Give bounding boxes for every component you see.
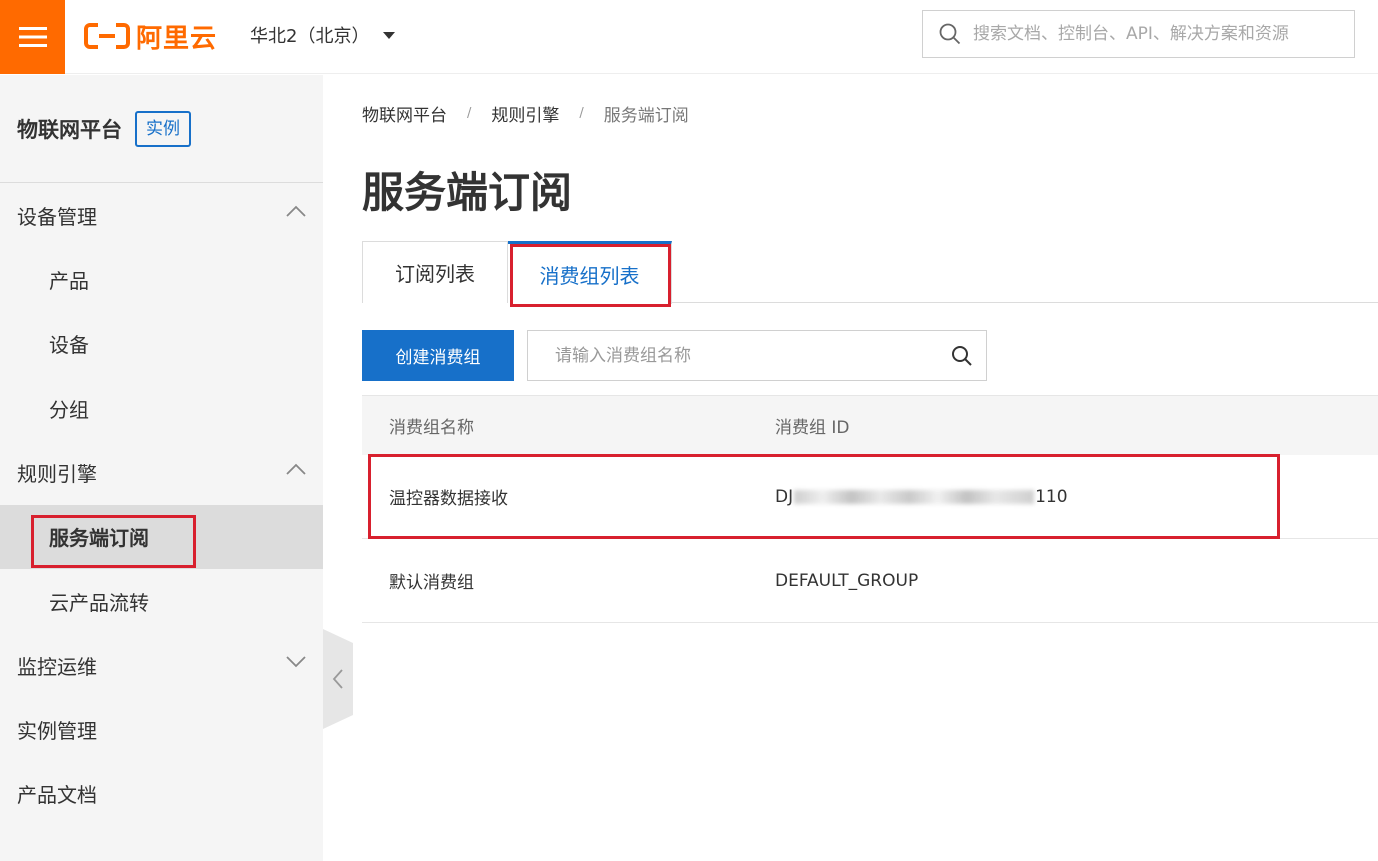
chevron-up-icon bbox=[286, 205, 306, 217]
toolbar: 创建消费组 bbox=[362, 330, 987, 382]
hamburger-icon bbox=[18, 27, 47, 47]
consumer-group-search[interactable] bbox=[527, 330, 987, 381]
sidebar-collapse-handle[interactable] bbox=[323, 629, 353, 729]
sidebar-group-label: 监控运维 bbox=[17, 655, 97, 679]
consumer-group-id-suffix: 110 bbox=[1035, 486, 1068, 507]
product-title: 物联网平台 bbox=[17, 117, 122, 142]
sidebar-group-label: 实例管理 bbox=[17, 719, 97, 743]
sidebar-item-groups[interactable]: 分组 bbox=[0, 376, 323, 441]
sidebar-group-label: 设备管理 bbox=[17, 204, 97, 229]
region-label: 华北2（北京） bbox=[250, 26, 370, 47]
logo-text: 阿里云 bbox=[136, 23, 218, 54]
sidebar-item-label: 产品 bbox=[49, 268, 89, 293]
search-icon[interactable] bbox=[951, 345, 973, 367]
consumer-group-id-prefix: DJ bbox=[775, 486, 794, 507]
sidebar-group-rule-engine[interactable]: 规则引擎 bbox=[0, 441, 323, 505]
tab-label: 订阅列表 bbox=[395, 262, 475, 286]
sidebar-item-server-subscription[interactable]: 服务端订阅 bbox=[0, 504, 323, 569]
sidebar-group-device-management[interactable]: 设备管理 bbox=[0, 183, 323, 247]
consumer-group-name: 温控器数据接收 bbox=[389, 489, 508, 509]
top-bar: 阿里云 华北2（北京） bbox=[0, 0, 1378, 74]
sidebar-item-label: 分组 bbox=[49, 397, 89, 422]
search-icon bbox=[939, 23, 961, 45]
chevron-down-icon bbox=[286, 655, 306, 667]
sidebar-item-label: 服务端订阅 bbox=[49, 526, 149, 551]
sidebar-item-devices[interactable]: 设备 bbox=[0, 312, 323, 377]
sidebar-item-label: 设备 bbox=[49, 333, 89, 358]
menu-toggle-button[interactable] bbox=[0, 0, 65, 74]
tab-label: 消费组列表 bbox=[539, 263, 640, 288]
column-header-id: 消费组 ID bbox=[775, 418, 850, 438]
breadcrumb: 物联网平台 / 规则引擎 / 服务端订阅 bbox=[362, 101, 689, 126]
chevron-left-icon bbox=[332, 669, 343, 689]
sidebar-group-label: 产品文档 bbox=[17, 783, 97, 807]
sidebar-item-label: 云产品流转 bbox=[49, 590, 149, 615]
consumer-group-name: 默认消费组 bbox=[389, 573, 474, 593]
table-header: 消费组名称 消费组 ID bbox=[362, 395, 1378, 455]
sidebar-item-data-forwarding[interactable]: 云产品流转 bbox=[0, 569, 323, 634]
aliyun-logo-icon bbox=[84, 23, 130, 49]
caret-down-icon bbox=[383, 31, 396, 39]
instance-badge[interactable]: 实例 bbox=[135, 110, 191, 147]
sidebar: 物联网平台 实例 设备管理 产品 设备 分组 规则引擎 服务端订阅 云产品流转 … bbox=[0, 75, 323, 861]
consumer-group-search-input[interactable] bbox=[555, 345, 935, 366]
sidebar-group-product-docs[interactable]: 产品文档 bbox=[0, 762, 323, 826]
tab-subscription-list[interactable]: 订阅列表 bbox=[362, 241, 508, 303]
tab-bar: 订阅列表 消费组列表 bbox=[362, 241, 1378, 304]
table-row[interactable]: 默认消费组 DEFAULT_GROUP bbox=[362, 539, 1378, 623]
region-selector[interactable]: 华北2（北京） bbox=[250, 20, 396, 50]
page-title: 服务端订阅 bbox=[362, 168, 573, 217]
global-search-input[interactable] bbox=[973, 24, 1353, 44]
sidebar-header: 物联网平台 实例 bbox=[0, 75, 323, 183]
breadcrumb-rule-engine[interactable]: 规则引擎 bbox=[491, 101, 559, 126]
breadcrumb-current: 服务端订阅 bbox=[603, 106, 689, 126]
consumer-group-table: 消费组名称 消费组 ID 温控器数据接收 DJ 110 默认消费组 DEFAULT… bbox=[362, 395, 1378, 623]
consumer-group-id: DJ 110 bbox=[775, 487, 1378, 507]
chevron-up-icon bbox=[286, 463, 306, 475]
aliyun-logo[interactable]: 阿里云 bbox=[84, 18, 217, 54]
breadcrumb-separator: / bbox=[579, 106, 584, 121]
breadcrumb-separator: / bbox=[467, 106, 472, 121]
consumer-group-id: DEFAULT_GROUP bbox=[775, 570, 919, 591]
sidebar-group-monitoring[interactable]: 监控运维 bbox=[0, 634, 323, 698]
column-header-name: 消费组名称 bbox=[389, 418, 474, 438]
sidebar-group-instance-management[interactable]: 实例管理 bbox=[0, 698, 323, 762]
create-consumer-group-button[interactable]: 创建消费组 bbox=[362, 330, 514, 381]
global-search[interactable] bbox=[922, 10, 1355, 58]
redacted-id-segment bbox=[794, 489, 1035, 504]
sidebar-item-products[interactable]: 产品 bbox=[0, 247, 323, 312]
table-row[interactable]: 温控器数据接收 DJ 110 bbox=[362, 455, 1378, 539]
sidebar-group-label: 规则引擎 bbox=[17, 462, 97, 486]
tab-consumer-group-list[interactable]: 消费组列表 bbox=[508, 241, 672, 304]
breadcrumb-iot-platform[interactable]: 物联网平台 bbox=[362, 101, 447, 126]
